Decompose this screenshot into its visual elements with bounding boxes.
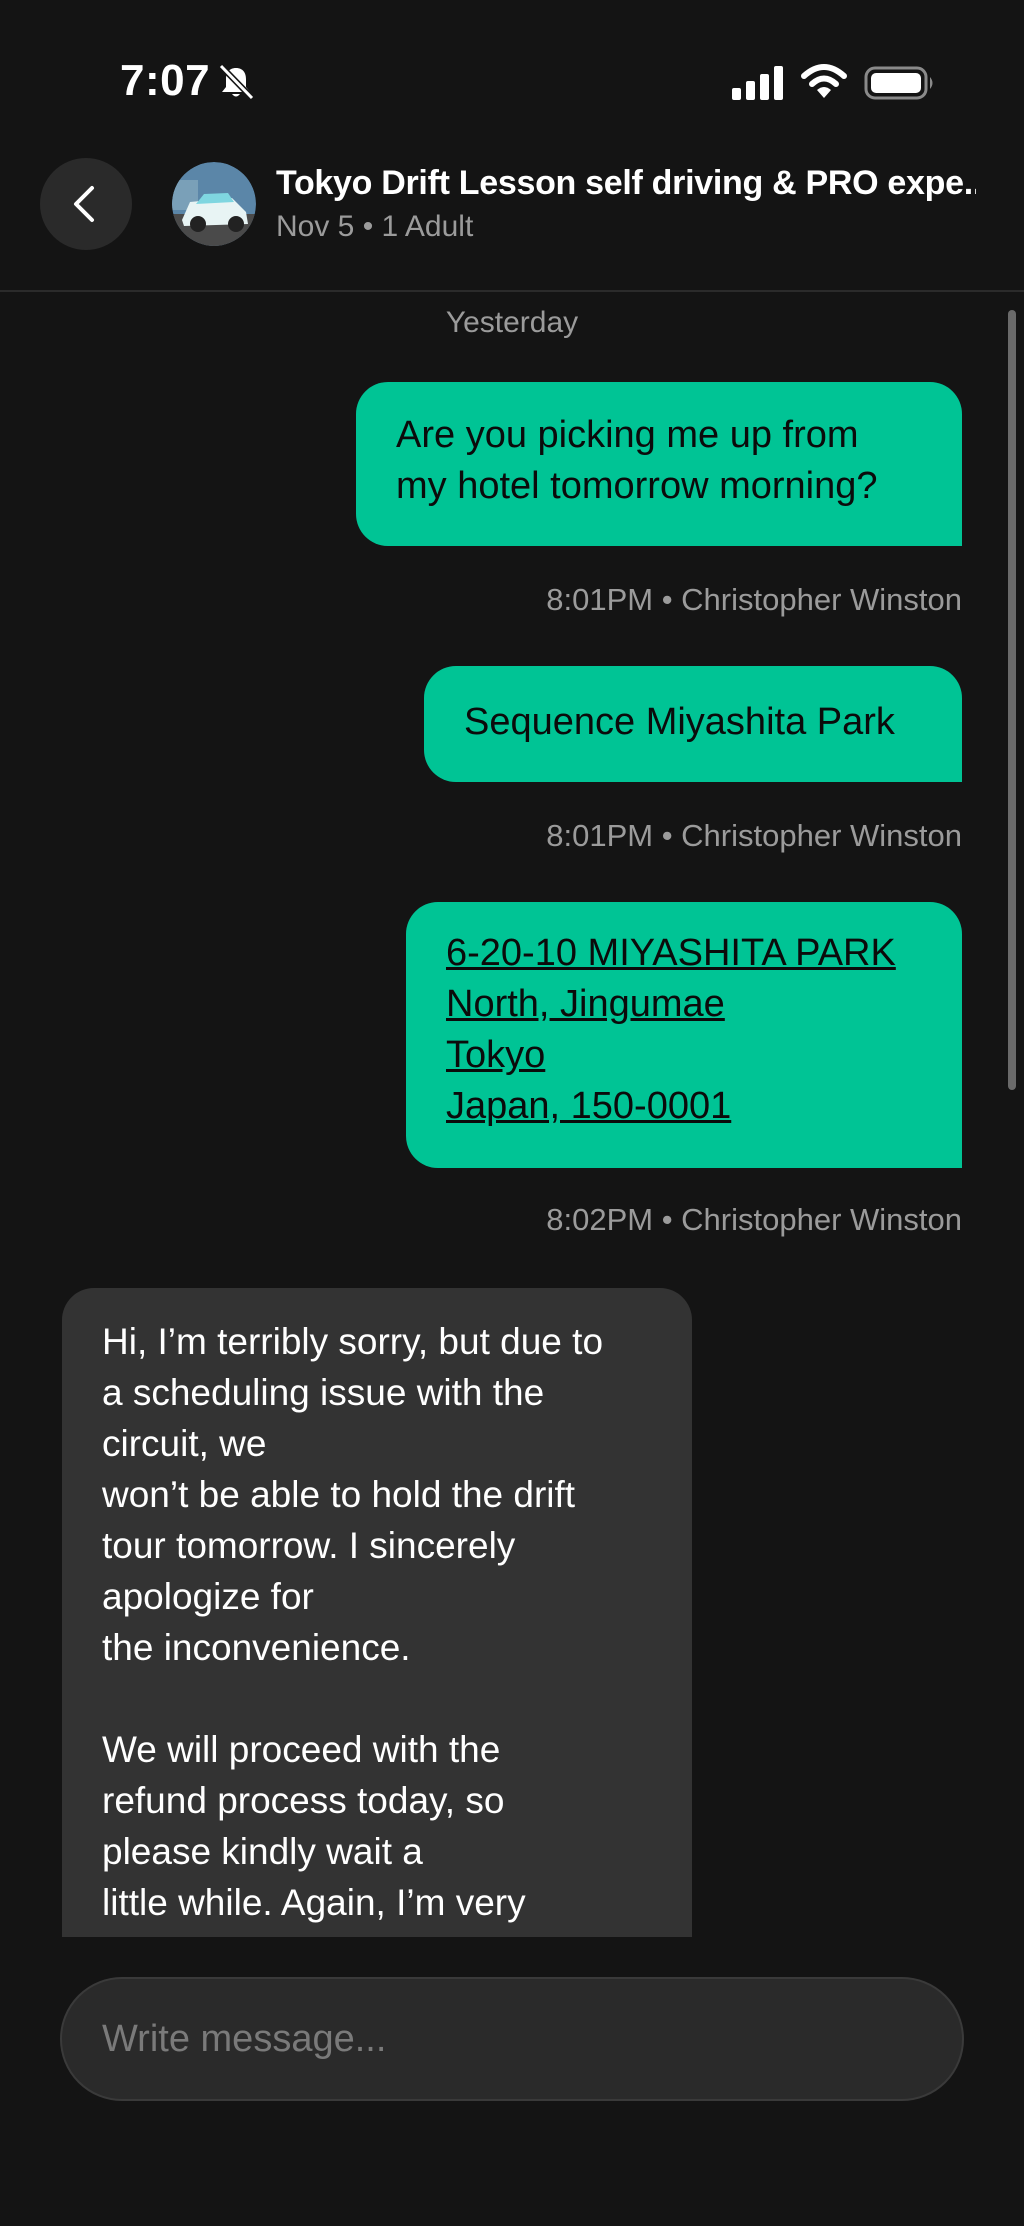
back-button[interactable]	[40, 158, 132, 250]
message-line: please kindly wait a	[102, 1831, 423, 1872]
message-bubble-incoming[interactable]: Hi, I’m terribly sorry, but due to a sch…	[62, 1288, 692, 1937]
message-line: Hi, I’m terribly sorry, but due to	[102, 1321, 604, 1362]
chat-header: Tokyo Drift Lesson self driving & PRO ex…	[0, 150, 1024, 290]
battery-icon	[864, 66, 933, 100]
address-link-line[interactable]: 6-20-10 MIYASHITA PARK	[446, 928, 922, 979]
day-separator: Yesterday	[445, 306, 579, 339]
message-bubble-outgoing[interactable]: Are you picking me up from my hotel tomo…	[356, 382, 962, 546]
chevron-left-icon	[74, 186, 94, 222]
address-link-line[interactable]: Japan, 150-0001	[446, 1081, 922, 1132]
message-input[interactable]	[60, 1977, 964, 2101]
message-line: Sequence Miyashita Park	[464, 701, 895, 743]
message-meta: 8:02PM • Christopher Winston	[546, 1202, 962, 1237]
signal-icon	[732, 66, 783, 100]
scrollbar[interactable]	[1008, 310, 1016, 1090]
address-link-line[interactable]: North, Jingumae	[446, 979, 922, 1030]
message-line: a scheduling issue with the	[102, 1372, 545, 1413]
message-line: tour tomorrow. I sincerely	[102, 1525, 516, 1566]
message-bubble-outgoing[interactable]: Sequence Miyashita Park	[424, 666, 962, 782]
message-meta: 8:01PM • Christopher Winston	[546, 818, 962, 853]
message-list[interactable]: Yesterday Are you picking me up from my …	[0, 292, 1024, 1937]
message-line: my hotel tomorrow morning?	[396, 465, 878, 507]
message-line: won’t be able to hold the drift	[102, 1474, 576, 1515]
message-line: refund process today, so	[102, 1780, 505, 1821]
message-composer	[0, 1937, 1024, 2226]
tour-title[interactable]: Tokyo Drift Lesson self driving & PRO ex…	[276, 164, 976, 203]
message-line: the inconvenience.	[102, 1627, 411, 1668]
message-line: little while. Again, I’m very	[102, 1882, 526, 1923]
status-bar: 7:07	[0, 0, 1024, 150]
avatar[interactable]	[172, 162, 256, 246]
address-link-bubble[interactable]: 6-20-10 MIYASHITA PARK North, Jingumae T…	[406, 902, 962, 1168]
address-link-line[interactable]: Tokyo	[446, 1030, 922, 1081]
booking-summary: Nov 5 • 1 Adult	[276, 210, 474, 243]
message-line: circuit, we	[102, 1423, 267, 1464]
bell-slash-icon	[218, 63, 255, 101]
status-time: 7:07	[120, 56, 211, 105]
message-line: apologize for	[102, 1576, 314, 1617]
wifi-icon	[801, 64, 847, 98]
message-line: Are you picking me up from	[396, 414, 859, 456]
message-meta: 8:01PM • Christopher Winston	[546, 582, 962, 617]
message-line: We will proceed with the	[102, 1729, 501, 1770]
